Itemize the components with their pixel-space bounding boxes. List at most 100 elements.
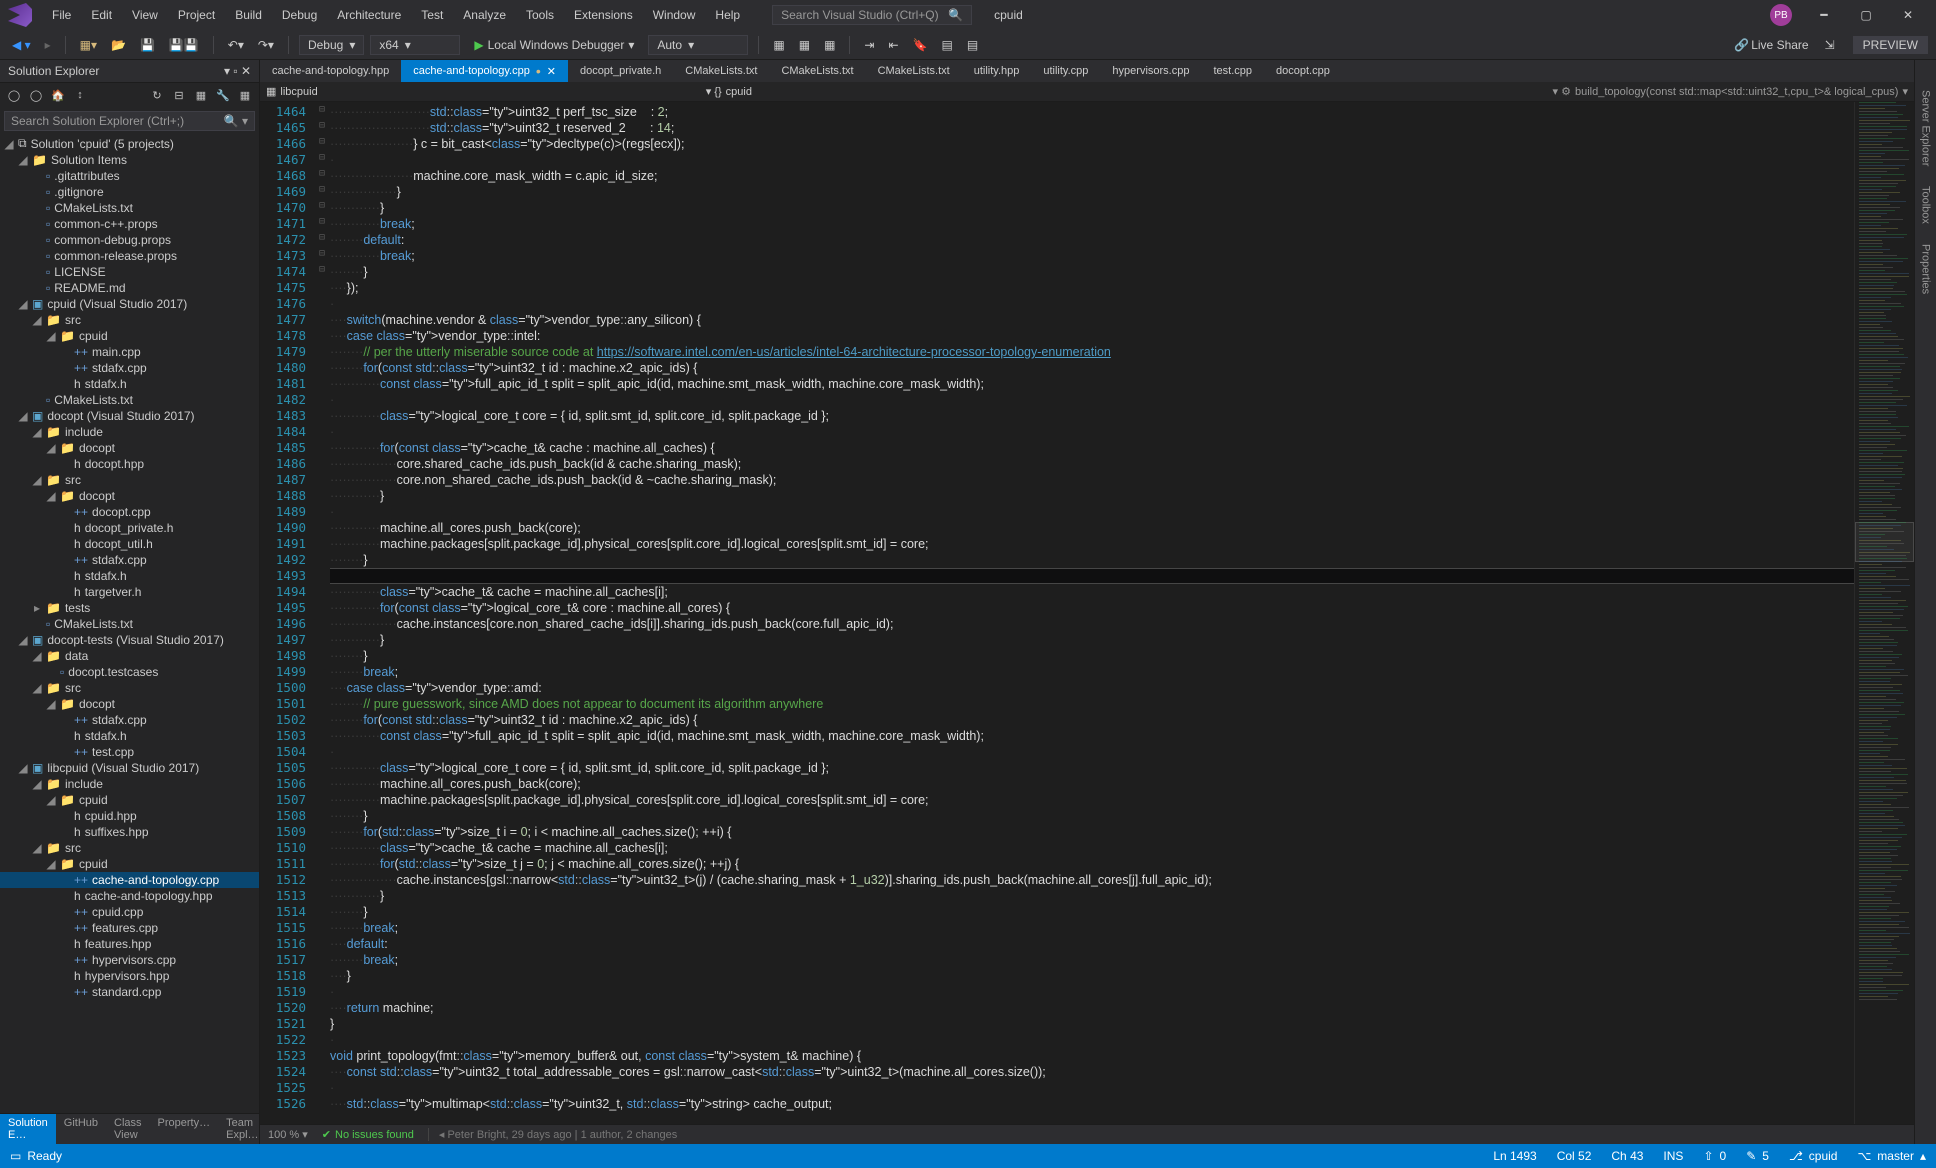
back-icon[interactable]: ◯ xyxy=(6,87,22,103)
menu-help[interactable]: Help xyxy=(705,4,750,26)
refresh-icon[interactable]: ↻ xyxy=(149,87,165,103)
tree-node[interactable]: hdocopt_private.h xyxy=(0,520,259,536)
tree-node[interactable]: ++hypervisors.cpp xyxy=(0,952,259,968)
tool-tab[interactable]: Solution E… xyxy=(0,1114,56,1144)
start-debugging-button[interactable]: ▶Local Windows Debugger ▾ xyxy=(466,36,642,54)
toolbar-icon[interactable]: ▦ xyxy=(820,36,839,54)
document-tabs[interactable]: cache-and-topology.hppcache-and-topology… xyxy=(260,60,1914,82)
user-avatar[interactable]: PB xyxy=(1770,4,1792,26)
quick-search[interactable]: Search Visual Studio (Ctrl+Q) 🔍 xyxy=(772,5,972,25)
doc-tab[interactable]: test.cpp xyxy=(1201,60,1264,82)
tree-node[interactable]: ▫CMakeLists.txt xyxy=(0,200,259,216)
solution-tree[interactable]: ◢⧉Solution 'cpuid' (5 projects)◢📁Solutio… xyxy=(0,135,259,1113)
code-editor[interactable]: 1464 1465 1466 1467 1468 1469 1470 1471 … xyxy=(260,102,1914,1124)
live-share-button[interactable]: 🔗 Live Share xyxy=(1730,36,1812,54)
tree-node[interactable]: ◢📁src xyxy=(0,840,259,856)
tree-node[interactable]: ++stdafx.cpp xyxy=(0,712,259,728)
tool-window-tabs[interactable]: Solution E…GitHubClass ViewProperty…Team… xyxy=(0,1113,259,1144)
sync-icon[interactable]: ↕ xyxy=(72,87,88,103)
right-tool-rail[interactable]: Server Explorer Toolbox Properties xyxy=(1914,60,1936,1144)
step-icon[interactable]: ⇤ xyxy=(884,36,902,54)
redo-icon[interactable]: ↷▾ xyxy=(254,36,278,54)
zoom-level[interactable]: 100 % ▾ xyxy=(268,1128,308,1141)
save-icon[interactable]: 💾 xyxy=(136,36,159,54)
tree-node[interactable]: ++main.cpp xyxy=(0,344,259,360)
menu-window[interactable]: Window xyxy=(643,4,706,26)
tree-node[interactable]: ◢📁src xyxy=(0,312,259,328)
preview-icon[interactable]: ▦ xyxy=(237,87,253,103)
tree-node[interactable]: ▸📁tests xyxy=(0,600,259,616)
tree-node[interactable]: ▫LICENSE xyxy=(0,264,259,280)
tree-node[interactable]: ◢▣libcpuid (Visual Studio 2017) xyxy=(0,760,259,776)
fwd-icon[interactable]: ◯ xyxy=(28,87,44,103)
status-push[interactable]: ⇧ 0 xyxy=(1703,1149,1726,1163)
tree-node[interactable]: ◢⧉Solution 'cpuid' (5 projects) xyxy=(0,135,259,152)
nav-scope[interactable]: ▾ {} cpuid xyxy=(706,85,752,98)
new-project-icon[interactable]: ▦▾ xyxy=(76,36,101,54)
run-mode-dropdown[interactable]: Auto▾ xyxy=(648,35,748,55)
status-repo[interactable]: ⎇ cpuid xyxy=(1789,1149,1838,1163)
tree-node[interactable]: ◢▣docopt-tests (Visual Studio 2017) xyxy=(0,632,259,648)
tree-node[interactable]: hdocopt.hpp xyxy=(0,456,259,472)
tree-node[interactable]: ◢▣cpuid (Visual Studio 2017) xyxy=(0,296,259,312)
menu-test[interactable]: Test xyxy=(411,4,453,26)
fold-column[interactable]: ⊟ ⊟ ⊟ ⊟ ⊟ ⊟ ⊟ ⊟ ⊟ ⊟ ⊟ xyxy=(314,102,330,1124)
maximize-button[interactable]: ▢ xyxy=(1846,1,1886,29)
minimap[interactable] xyxy=(1854,102,1914,1124)
tree-node[interactable]: hsuffixes.hpp xyxy=(0,824,259,840)
tree-node[interactable]: ++stdafx.cpp xyxy=(0,360,259,376)
save-all-icon[interactable]: 💾💾 xyxy=(165,36,203,54)
tree-node[interactable]: hcache-and-topology.hpp xyxy=(0,888,259,904)
tree-node[interactable]: ++stdafx.cpp xyxy=(0,552,259,568)
tree-node[interactable]: ▫common-release.props xyxy=(0,248,259,264)
collapse-icon[interactable]: ⊟ xyxy=(171,87,187,103)
menu-project[interactable]: Project xyxy=(168,4,225,26)
navigation-bar[interactable]: ▦ libcpuid ▾ {} cpuid ▾ ⚙ build_topology… xyxy=(260,82,1914,102)
tree-node[interactable]: ++standard.cpp xyxy=(0,984,259,1000)
tree-node[interactable]: ▫.gitattributes xyxy=(0,168,259,184)
menu-architecture[interactable]: Architecture xyxy=(327,4,411,26)
tree-node[interactable]: ++cache-and-topology.cpp xyxy=(0,872,259,888)
menu-view[interactable]: View xyxy=(122,4,168,26)
tool-tab[interactable]: GitHub xyxy=(56,1114,106,1144)
tree-node[interactable]: ◢📁cpuid xyxy=(0,856,259,872)
tree-node[interactable]: hcpuid.hpp xyxy=(0,808,259,824)
tree-node[interactable]: ++features.cpp xyxy=(0,920,259,936)
tree-node[interactable]: ◢📁include xyxy=(0,776,259,792)
doc-tab[interactable]: CMakeLists.txt xyxy=(769,60,865,82)
tree-node[interactable]: ▫common-c++.props xyxy=(0,216,259,232)
tree-node[interactable]: ▫CMakeLists.txt xyxy=(0,616,259,632)
tree-node[interactable]: hstdafx.h xyxy=(0,728,259,744)
show-all-icon[interactable]: ▦ xyxy=(193,87,209,103)
tree-node[interactable]: hdocopt_util.h xyxy=(0,536,259,552)
tree-node[interactable]: ◢📁docopt xyxy=(0,488,259,504)
tree-node[interactable]: ◢📁cpuid xyxy=(0,792,259,808)
status-branch[interactable]: ⌥ master ▴ xyxy=(1857,1149,1926,1163)
tree-node[interactable]: ▫.gitignore xyxy=(0,184,259,200)
code-content[interactable]: ························std::class="ty">… xyxy=(330,102,1854,1124)
tree-node[interactable]: ◢📁include xyxy=(0,424,259,440)
solution-config-dropdown[interactable]: Debug▾ xyxy=(299,35,364,55)
bookmark-icon[interactable]: 🔖 xyxy=(909,36,932,54)
rail-tab[interactable]: Toolbox xyxy=(1920,186,1932,224)
tool-tab[interactable]: Property… xyxy=(150,1114,219,1144)
nav-project[interactable]: ▦ libcpuid xyxy=(266,85,318,98)
step-icon[interactable]: ⇥ xyxy=(860,36,878,54)
tree-node[interactable]: ◢▣docopt (Visual Studio 2017) xyxy=(0,408,259,424)
tool-tab[interactable]: Class View xyxy=(106,1114,150,1144)
tree-node[interactable]: ◢📁src xyxy=(0,680,259,696)
home-icon[interactable]: 🏠 xyxy=(50,87,66,103)
rail-tab[interactable]: Properties xyxy=(1920,244,1932,294)
tree-node[interactable]: ◢📁cpuid xyxy=(0,328,259,344)
tree-node[interactable]: ◢📁Solution Items xyxy=(0,152,259,168)
tree-node[interactable]: ++docopt.cpp xyxy=(0,504,259,520)
tree-node[interactable]: hhypervisors.hpp xyxy=(0,968,259,984)
properties-icon[interactable]: 🔧 xyxy=(215,87,231,103)
doc-tab[interactable]: CMakeLists.txt xyxy=(673,60,769,82)
menu-debug[interactable]: Debug xyxy=(272,4,327,26)
menu-extensions[interactable]: Extensions xyxy=(564,4,643,26)
rail-tab[interactable]: Server Explorer xyxy=(1920,90,1932,166)
doc-tab[interactable]: utility.hpp xyxy=(962,60,1032,82)
doc-tab[interactable]: docopt_private.h xyxy=(568,60,673,82)
codelens-blame[interactable]: ◂ Peter Bright, 29 days ago | 1 author, … xyxy=(428,1128,677,1141)
